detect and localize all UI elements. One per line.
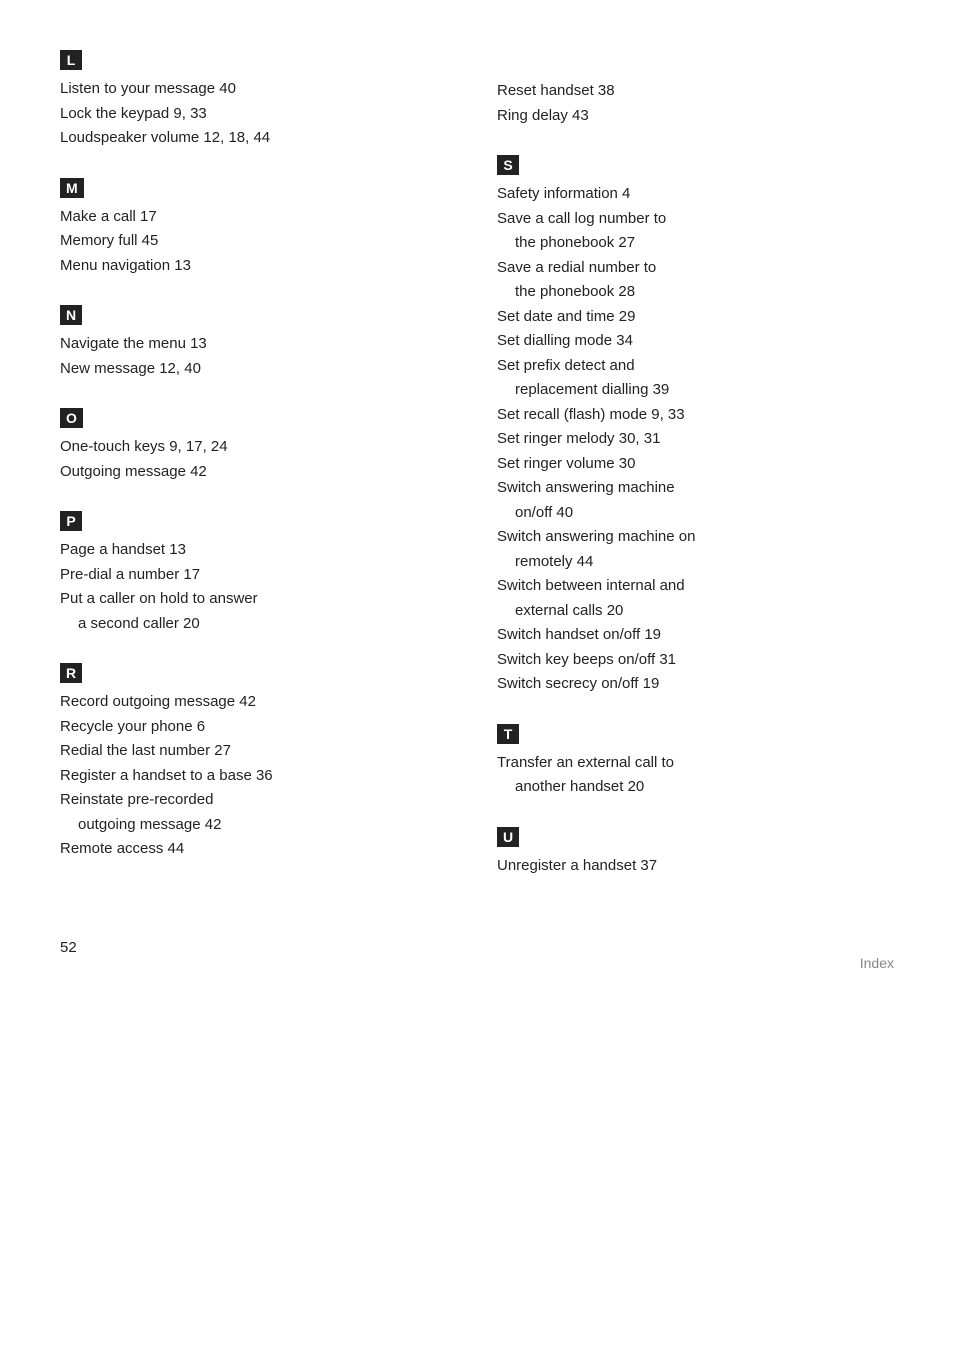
entry-switch-between-cont: external calls 20 (497, 600, 894, 623)
entry-set-prefix: Set prefix detect and (497, 355, 894, 378)
entry-switch-am-remotely: Switch answering machine on (497, 526, 894, 549)
section-header-P: P (60, 511, 82, 531)
section-header-U: U (497, 827, 519, 847)
entry-unregister: Unregister a handset 37 (497, 855, 894, 878)
section-entries-R: Record outgoing message 42 Recycle your … (60, 691, 457, 861)
right-column: Reset handset 38 Ring delay 43 S Safety … (497, 50, 894, 971)
entry-set-prefix-cont: replacement dialling 39 (497, 379, 894, 402)
entry-save-call-log-cont: the phonebook 27 (497, 232, 894, 255)
entry-ring-delay: Ring delay 43 (497, 105, 894, 128)
entry-switch-am-onoff-cont: on/off 40 (497, 502, 894, 525)
entry-menu-navigation: Menu navigation 13 (60, 255, 457, 278)
entry-set-ringer-melody: Set ringer melody 30, 31 (497, 428, 894, 451)
entry-listen: Listen to your message 40 (60, 78, 457, 101)
section-M: M Make a call 17 Memory full 45 Menu nav… (60, 178, 457, 278)
section-entries-O: One-touch keys 9, 17, 24 Outgoing messag… (60, 436, 457, 483)
entry-record-outgoing: Record outgoing message 42 (60, 691, 457, 714)
entry-switch-key-beeps: Switch key beeps on/off 31 (497, 649, 894, 672)
section-header-M: M (60, 178, 84, 198)
section-header-T: T (497, 724, 519, 744)
entry-make-call: Make a call 17 (60, 206, 457, 229)
entry-transfer-external-cont: another handset 20 (497, 776, 894, 799)
section-header-N: N (60, 305, 82, 325)
entry-memory-full: Memory full 45 (60, 230, 457, 253)
section-O: O One-touch keys 9, 17, 24 Outgoing mess… (60, 408, 457, 483)
section-header-R: R (60, 663, 82, 683)
section-S: S Safety information 4 Save a call log n… (497, 155, 894, 696)
entry-switch-secrecy: Switch secrecy on/off 19 (497, 673, 894, 696)
entry-page-handset: Page a handset 13 (60, 539, 457, 562)
entry-one-touch: One-touch keys 9, 17, 24 (60, 436, 457, 459)
entry-reinstate: Reinstate pre-recorded (60, 789, 457, 812)
entry-safety-info: Safety information 4 (497, 183, 894, 206)
entry-navigate-menu: Navigate the menu 13 (60, 333, 457, 356)
entry-recycle: Recycle your phone 6 (60, 716, 457, 739)
section-T: T Transfer an external call to another h… (497, 724, 894, 799)
entry-register-handset: Register a handset to a base 36 (60, 765, 457, 788)
entry-save-call-log: Save a call log number to (497, 208, 894, 231)
section-reset-ring: Reset handset 38 Ring delay 43 (497, 50, 894, 127)
entry-switch-between: Switch between internal and (497, 575, 894, 598)
section-entries-M: Make a call 17 Memory full 45 Menu navig… (60, 206, 457, 278)
entry-transfer-external: Transfer an external call to (497, 752, 894, 775)
section-header-L: L (60, 50, 82, 70)
section-P: P Page a handset 13 Pre-dial a number 17… (60, 511, 457, 635)
section-entries-T: Transfer an external call to another han… (497, 752, 894, 799)
entry-switch-handset: Switch handset on/off 19 (497, 624, 894, 647)
entry-switch-am-remotely-cont: remotely 44 (497, 551, 894, 574)
entry-set-dialling-mode: Set dialling mode 34 (497, 330, 894, 353)
entry-switch-am-onoff: Switch answering machine (497, 477, 894, 500)
section-entries-N: Navigate the menu 13 New message 12, 40 (60, 333, 457, 380)
page-number: 52 (60, 939, 77, 956)
entry-outgoing-message: Outgoing message 42 (60, 461, 457, 484)
entry-set-recall: Set recall (flash) mode 9, 33 (497, 404, 894, 427)
left-column: L Listen to your message 40 Lock the key… (60, 50, 457, 971)
entry-save-redial-cont: the phonebook 28 (497, 281, 894, 304)
section-U: U Unregister a handset 37 (497, 827, 894, 878)
section-entries-L: Listen to your message 40 Lock the keypa… (60, 78, 457, 150)
entry-put-caller-hold-cont: a second caller 20 (60, 613, 457, 636)
index-label: Index (860, 955, 894, 971)
section-entries-U: Unregister a handset 37 (497, 855, 894, 878)
right-footer: Index (497, 945, 894, 971)
page-container: L Listen to your message 40 Lock the key… (60, 50, 894, 971)
entry-save-redial: Save a redial number to (497, 257, 894, 280)
section-N: N Navigate the menu 13 New message 12, 4… (60, 305, 457, 380)
entry-lock: Lock the keypad 9, 33 (60, 103, 457, 126)
section-entries-S: Safety information 4 Save a call log num… (497, 183, 894, 696)
section-entries-reset: Reset handset 38 Ring delay 43 (497, 80, 894, 127)
section-header-O: O (60, 408, 83, 428)
entry-put-caller-hold: Put a caller on hold to answer (60, 588, 457, 611)
entry-loudspeaker: Loudspeaker volume 12, 18, 44 (60, 127, 457, 150)
section-entries-P: Page a handset 13 Pre-dial a number 17 P… (60, 539, 457, 635)
entry-pre-dial: Pre-dial a number 17 (60, 564, 457, 587)
entry-reset-handset: Reset handset 38 (497, 80, 894, 103)
page-footer: 52 (60, 929, 457, 956)
entry-new-message: New message 12, 40 (60, 358, 457, 381)
section-header-S: S (497, 155, 519, 175)
entry-set-date-time: Set date and time 29 (497, 306, 894, 329)
entry-remote-access: Remote access 44 (60, 838, 457, 861)
entry-redial: Redial the last number 27 (60, 740, 457, 763)
entry-set-ringer-volume: Set ringer volume 30 (497, 453, 894, 476)
section-L: L Listen to your message 40 Lock the key… (60, 50, 457, 150)
section-R: R Record outgoing message 42 Recycle you… (60, 663, 457, 861)
entry-reinstate-cont: outgoing message 42 (60, 814, 457, 837)
